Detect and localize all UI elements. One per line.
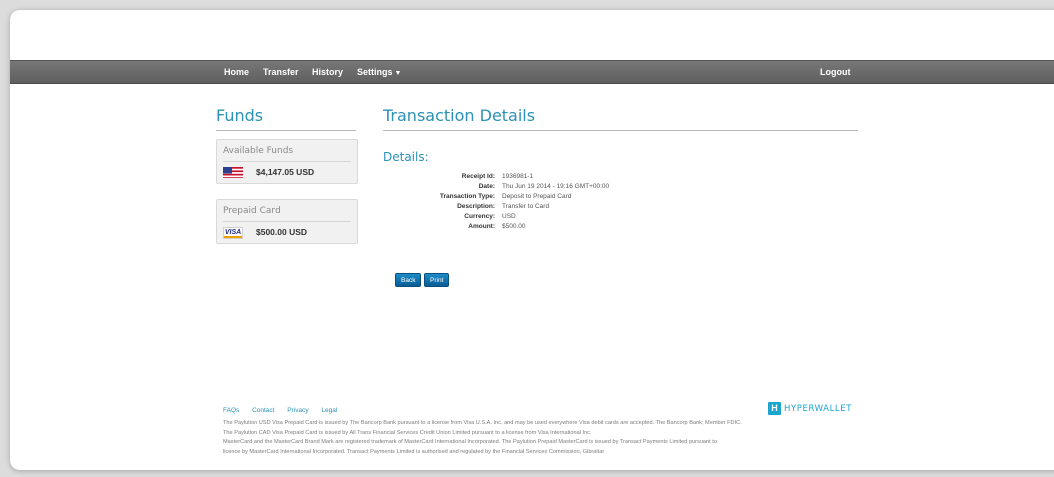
detail-label: Amount: [468,223,495,230]
caret-down-icon: ▼ [394,70,402,77]
browser-frame: Home Transfer History Settings ▼ Logout F… [10,10,1054,470]
footer-link-privacy[interactable]: Privacy [287,407,308,414]
us-flag-icon [223,166,243,178]
detail-row-currency: Currency: USD [383,212,683,222]
panel-divider [223,221,351,222]
detail-value: $500.00 [502,223,526,230]
detail-value: 1936981-1 [502,173,534,180]
prepaid-card-amount: $500.00 USD [256,227,308,237]
top-navbar: Home Transfer History Settings ▼ Logout [10,60,1054,84]
nav-home[interactable]: Home [224,66,249,78]
prepaid-card-title: Prepaid Card [223,206,281,216]
nav-history[interactable]: History [312,66,343,78]
detail-row-amount: Amount: $500.00 [383,222,683,232]
footer-legal-line: The Paylution CAD Visa Prepaid Card is i… [223,429,592,436]
footer-links: FAQs Contact Privacy Legal [223,407,348,414]
footer-link-legal[interactable]: Legal [321,407,337,414]
detail-label: Transaction Type: [439,193,495,200]
prepaid-card-panel[interactable]: Prepaid Card VISA $500.00 USD [216,199,358,244]
detail-row-date: Date: Thu Jun 19 2014 - 19:16 GMT+00:00 [383,182,683,192]
detail-label: Description: [457,203,495,210]
footer-legal-line: The Paylution USD Visa Prepaid Card is i… [223,420,742,426]
hyperwallet-logo: H HYPERWALLET [768,402,852,415]
detail-label: Receipt Id: [461,173,495,180]
visa-card-icon: VISA [223,227,243,239]
detail-value: Thu Jun 19 2014 - 19:16 GMT+00:00 [502,183,610,190]
funds-title-rule [216,130,356,131]
details-heading: Details: [383,150,429,164]
detail-label: Currency: [464,213,495,220]
back-button[interactable]: Back [395,273,422,287]
hyperwallet-logo-icon: H [768,402,781,415]
nav-transfer[interactable]: Transfer [263,66,299,78]
panel-divider [223,161,351,162]
page-title: Transaction Details [383,106,536,125]
funds-title: Funds [216,106,264,125]
footer-link-faqs[interactable]: FAQs [223,407,239,414]
available-funds-panel: Available Funds $4,147.05 USD [216,139,358,184]
nav-settings[interactable]: Settings ▼ [357,66,401,80]
available-funds-title: Available Funds [223,146,294,156]
footer-link-contact[interactable]: Contact [252,407,274,414]
nav-logout[interactable]: Logout [820,66,851,78]
detail-value: Deposit to Prepaid Card [502,193,572,200]
footer-legal-text: The Paylution USD Visa Prepaid Card is i… [223,419,873,457]
detail-label: Date: [478,183,495,190]
nav-settings-label: Settings [357,67,393,77]
detail-value: Transfer to Card [502,203,550,210]
hyperwallet-logo-text: HYPERWALLET [784,403,853,414]
available-funds-amount: $4,147.05 USD [256,167,315,177]
footer-legal-line: licence by MasterCard International Inco… [223,448,605,455]
detail-row-description: Description: Transfer to Card [383,202,683,212]
print-button[interactable]: Print [424,273,450,287]
footer-legal-line: MasterCard and the MasterCard Brand Mark… [223,439,717,445]
detail-value: USD [502,213,516,220]
detail-row-receipt-id: Receipt Id: 1936981-1 [383,172,683,182]
detail-row-transaction-type: Transaction Type: Deposit to Prepaid Car… [383,192,683,202]
page-title-rule [383,130,858,131]
